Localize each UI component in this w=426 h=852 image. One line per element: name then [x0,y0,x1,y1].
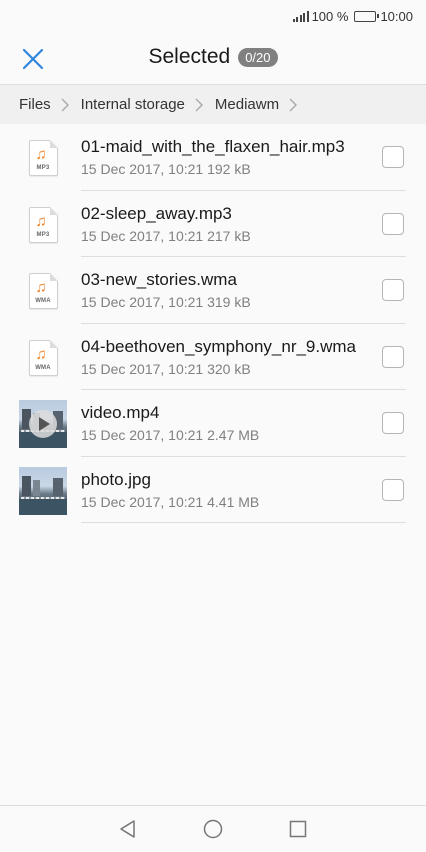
file-checkbox[interactable] [382,412,404,434]
video-thumbnail [19,400,67,448]
file-row[interactable]: ♫ MP3 01-maid_with_the_flaxen_hair.mp3 15… [0,124,426,191]
file-checkbox[interactable] [382,478,404,501]
system-nav-bar [0,805,426,852]
file-row[interactable]: ♫ WMA 03-new_stories.wma 15 Dec 2017, 10:… [0,257,426,324]
file-name: video.mp4 [81,403,160,422]
file-name: 03-new_stories.wma [81,270,237,289]
file-meta: 15 Dec 2017, 10:21 217 kB [81,227,251,244]
close-button[interactable] [16,42,50,76]
file-meta: 15 Dec 2017, 10:21 320 kB [81,360,251,377]
breadcrumb-internal-storage[interactable]: Internal storage [81,96,185,113]
home-circle-icon [203,819,223,839]
file-row[interactable]: ♫ WMA 04-beethoven_symphony_nr_9.wma 15 D… [0,324,426,390]
page-title: Selected [148,45,231,68]
back-triangle-icon [120,820,136,838]
recents-square-icon [289,820,306,838]
battery-percent: 100 % [311,8,349,24]
file-name: 04-beethoven_symphony_nr_9.wma [81,336,357,356]
file-checkbox[interactable] [382,212,404,235]
file-meta: 15 Dec 2017, 10:21 319 kB [81,294,251,310]
breadcrumb-mediawm[interactable]: Mediawm [215,96,279,113]
file-row[interactable]: photo.jpg 15 Dec 2017, 10:21 4.41 MB [0,457,426,523]
image-thumbnail [19,466,67,515]
file-checkbox[interactable] [382,279,404,301]
home-button[interactable] [198,814,228,844]
file-name: 02-sleep_away.mp3 [81,203,232,223]
selection-header: Selected 0/20 [0,32,426,82]
signal-icon [292,10,309,22]
audio-file-icon: ♫ MP3 [19,134,67,182]
file-name: 01-maid_with_the_flaxen_hair.mp3 [81,137,345,156]
breadcrumb-files[interactable]: Files [19,96,51,113]
divider [81,522,406,523]
file-checkbox[interactable] [382,146,404,168]
file-checkbox[interactable] [382,345,404,368]
audio-file-icon: ♫ MP3 [19,201,67,249]
audio-file-icon: ♫ WMA [19,267,67,315]
file-list: ♫ MP3 01-maid_with_the_flaxen_hair.mp3 15… [0,124,426,523]
chevron-right-icon [61,98,69,112]
file-row[interactable]: ♫ MP3 02-sleep_away.mp3 15 Dec 2017, 10:2… [0,191,426,257]
file-meta: 15 Dec 2017, 10:21 4.41 MB [81,493,260,510]
clock: 10:00 [380,8,413,24]
file-name: photo.jpg [81,469,151,489]
close-icon [22,48,44,70]
file-meta: 15 Dec 2017, 10:21 192 kB [81,161,251,177]
file-meta: 15 Dec 2017, 10:21 2.47 MB [81,427,260,443]
selection-count-badge: 0/20 [238,47,278,67]
play-icon [29,410,57,438]
back-button[interactable] [113,814,143,844]
breadcrumb: Files Internal storage Mediawm [0,84,426,124]
chevron-right-icon [289,98,298,112]
file-row[interactable]: video.mp4 15 Dec 2017, 10:21 2.47 MB [0,390,426,457]
audio-file-icon: ♫ WMA [19,334,67,382]
chevron-right-icon [195,98,203,112]
status-bar: 100 % 10:00 [0,0,426,32]
recents-button[interactable] [283,814,313,844]
battery-icon [354,10,380,22]
